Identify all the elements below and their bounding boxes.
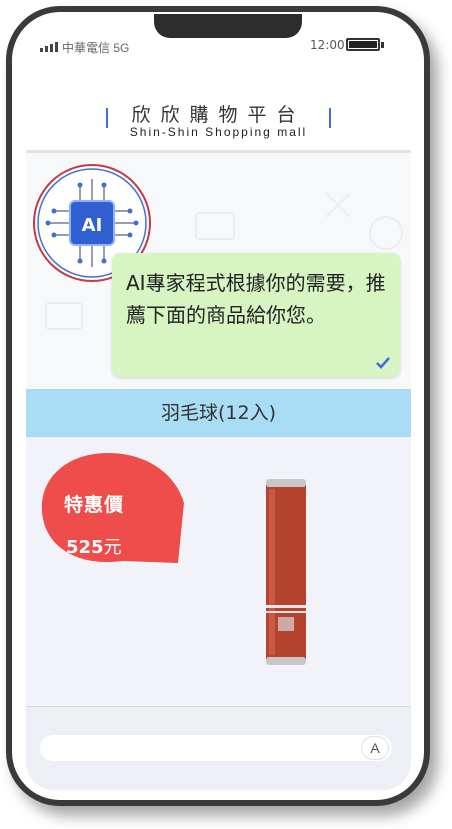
battery-icon bbox=[346, 38, 380, 51]
app-screen: 中華電信 5G 12:00 欣欣購物平台 Shin-Shin Shopping … bbox=[26, 26, 411, 790]
chat-area[interactable]: AI AI專家程式根據你的需要，推薦下面的商品給你您。 羽毛球(12入) 特惠價… bbox=[26, 153, 411, 724]
page-title: 欣欣購物平台 bbox=[131, 104, 306, 126]
sale-badge-title: 特惠價 bbox=[64, 494, 125, 516]
page-subtitle: Shin-Shin Shopping mall bbox=[129, 125, 308, 139]
status-time: 12:00 bbox=[310, 38, 345, 52]
product-image[interactable] bbox=[266, 477, 306, 667]
message-input[interactable] bbox=[40, 735, 392, 761]
input-mode-button[interactable]: A bbox=[362, 737, 388, 759]
phone-notch bbox=[154, 14, 302, 38]
message-input-bar: A bbox=[26, 706, 411, 790]
sale-price-unit: 元 bbox=[103, 537, 122, 558]
ai-message-bubble: AI專家程式根據你的需要，推薦下面的商品給你您。 bbox=[112, 253, 400, 377]
product-title-bar[interactable]: 羽毛球(12入) bbox=[26, 389, 411, 437]
battery-tip bbox=[381, 42, 384, 48]
carrier-label: 中華電信 5G bbox=[62, 41, 130, 55]
ai-avatar-label: AI bbox=[82, 215, 103, 236]
product-name: 羽毛球(12入) bbox=[160, 402, 276, 424]
sale-price: 525元 bbox=[66, 533, 122, 559]
sale-price-value: 525 bbox=[66, 537, 104, 558]
ai-message-text: AI專家程式根據你的需要，推薦下面的商品給你您。 bbox=[126, 271, 386, 327]
signal-icon bbox=[40, 42, 58, 52]
header-right-bar bbox=[329, 108, 331, 128]
app-header: 欣欣購物平台 Shin-Shin Shopping mall bbox=[26, 64, 411, 153]
read-check-icon bbox=[376, 357, 390, 369]
